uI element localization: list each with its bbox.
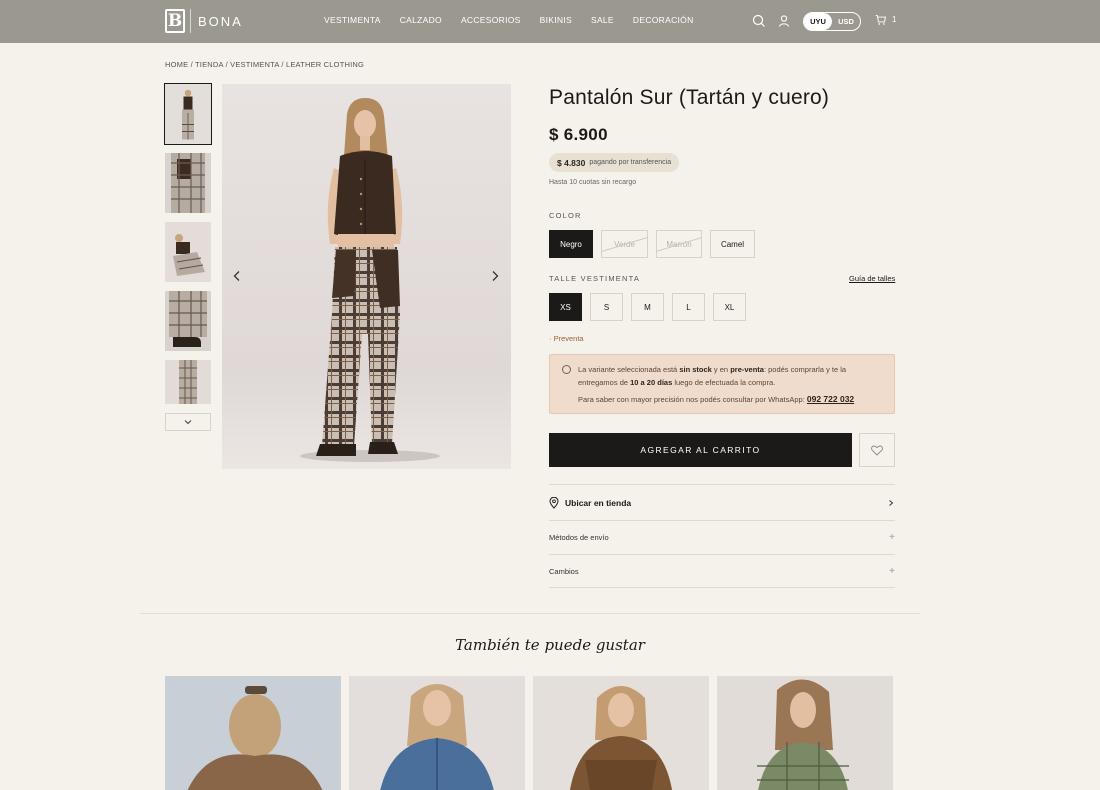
color-option-verde[interactable]: Verde: [601, 230, 648, 258]
exchanges-label: Cambios: [549, 566, 579, 576]
installments-note: Hasta 10 cuotas sin recargo: [549, 179, 637, 186]
transfer-note: pagando por transferencia: [589, 159, 672, 166]
info-icon: [562, 365, 571, 374]
nav-item-sale[interactable]: SALE: [591, 15, 614, 25]
size-label: TALLE VESTIMENTA: [549, 274, 641, 283]
thumbnail-photo: [165, 222, 211, 282]
color-options: Negro Verde Marrón Camel: [549, 230, 755, 258]
thumbnail-2[interactable]: [165, 153, 211, 213]
chevron-down-icon: [184, 420, 192, 425]
size-guide-link[interactable]: Guía de talles: [849, 274, 895, 283]
related-product-card-1[interactable]: [165, 676, 341, 790]
notice-text-1: La variante seleccionada está sin stock …: [578, 365, 847, 374]
size-option-l[interactable]: L: [672, 293, 705, 321]
notice-text-3: Para saber con mayor precisión nos podés…: [578, 394, 855, 404]
notice-text-2: entregamos de 10 a 20 días luego de efec…: [578, 378, 776, 387]
add-to-cart-button[interactable]: AGREGAR AL CARRITO: [549, 433, 852, 467]
thumbnails-next-button[interactable]: [165, 413, 211, 431]
logo-divider: [190, 9, 191, 33]
chevron-right-icon[interactable]: [488, 269, 502, 283]
related-product-card-2[interactable]: [349, 676, 525, 790]
size-option-xs[interactable]: XS: [549, 293, 582, 321]
whatsapp-number-link[interactable]: 092 722 032: [807, 394, 854, 404]
size-option-s[interactable]: S: [590, 293, 623, 321]
search-icon[interactable]: [751, 13, 767, 29]
site-header: B BONA VESTIMENTA CALZADO ACCESORIOS BIK…: [0, 0, 1100, 43]
wishlist-button[interactable]: [859, 433, 895, 467]
cart-button[interactable]: 1: [874, 13, 896, 26]
nav-item-vestimenta[interactable]: VESTIMENTA: [324, 15, 381, 25]
location-pin-icon: [549, 496, 559, 509]
thumbnail-4[interactable]: [165, 291, 211, 351]
related-title: También te puede gustar: [455, 636, 645, 654]
thumbnail-3[interactable]: [165, 222, 211, 282]
nav-item-decoracion[interactable]: DECORACIÓN: [633, 15, 694, 25]
related-product-card-4[interactable]: [717, 676, 893, 790]
brand-logo[interactable]: B BONA: [165, 9, 243, 33]
preventa-note: · Preventa: [549, 334, 584, 343]
product-price: $ 6.900: [549, 125, 608, 144]
thumbnail-photo: [165, 153, 211, 213]
plus-icon: +: [889, 532, 895, 543]
breadcrumb[interactable]: HOME / TIENDA / VESTIMENTA / LEATHER CLO…: [165, 60, 364, 69]
thumbnail-5[interactable]: [165, 360, 211, 404]
accordion-shipping[interactable]: Métodos de envío +: [549, 520, 895, 554]
accordion-store-locator[interactable]: Ubicar en tienda: [549, 484, 895, 520]
size-option-xl[interactable]: XL: [713, 293, 746, 321]
section-divider: [140, 613, 920, 614]
size-option-m[interactable]: M: [631, 293, 664, 321]
main-nav: VESTIMENTA CALZADO ACCESORIOS BIKINIS SA…: [324, 15, 694, 25]
cart-icon: [875, 14, 886, 25]
nav-item-accesorios[interactable]: ACCESORIOS: [461, 15, 521, 25]
currency-usd[interactable]: USD: [832, 13, 860, 30]
product-photo: [717, 676, 893, 790]
product-photo: [300, 98, 440, 462]
thumbnail-1[interactable]: [164, 83, 212, 145]
accordion-exchanges[interactable]: Cambios +: [549, 554, 895, 588]
chevron-right-icon: [889, 499, 894, 506]
preorder-notice: La variante seleccionada está sin stock …: [549, 354, 895, 414]
color-label: COLOR: [549, 211, 582, 220]
currency-switch[interactable]: UYU USD: [803, 12, 861, 31]
thumbnail-photo: [165, 291, 211, 351]
related-product-card-3[interactable]: [533, 676, 709, 790]
size-options: XS S M L XL: [549, 293, 746, 321]
main-product-image[interactable]: [222, 84, 511, 469]
cart-count: 1: [892, 15, 897, 24]
thumbnail-gallery: [164, 83, 212, 431]
currency-uyu[interactable]: UYU: [804, 13, 832, 30]
shipping-label: Métodos de envío: [549, 533, 609, 542]
heart-icon: [871, 445, 883, 456]
user-icon[interactable]: [776, 13, 792, 29]
product-title: Pantalón Sur (Tartán y cuero): [549, 86, 830, 109]
color-option-negro[interactable]: Negro: [549, 230, 593, 258]
transfer-price: $ 4.830: [557, 157, 586, 168]
nav-item-calzado[interactable]: CALZADO: [400, 15, 442, 25]
color-option-marron[interactable]: Marrón: [656, 230, 702, 258]
thumbnail-photo: [165, 84, 211, 144]
store-locator-label: Ubicar en tienda: [549, 496, 631, 509]
transfer-price-badge: $ 4.830 pagando por transferencia: [549, 153, 680, 172]
nav-item-bikinis[interactable]: BIKINIS: [540, 15, 572, 25]
color-option-camel[interactable]: Camel: [710, 230, 755, 258]
product-photo: [349, 676, 525, 790]
related-products: [165, 676, 893, 790]
thumbnail-photo: [165, 360, 211, 404]
product-photo: [165, 676, 341, 790]
brand-name: BONA: [198, 13, 243, 29]
logo-mark: B: [165, 9, 185, 33]
plus-icon: +: [889, 565, 895, 577]
chevron-left-icon[interactable]: [230, 269, 244, 283]
product-photo: [533, 676, 709, 790]
